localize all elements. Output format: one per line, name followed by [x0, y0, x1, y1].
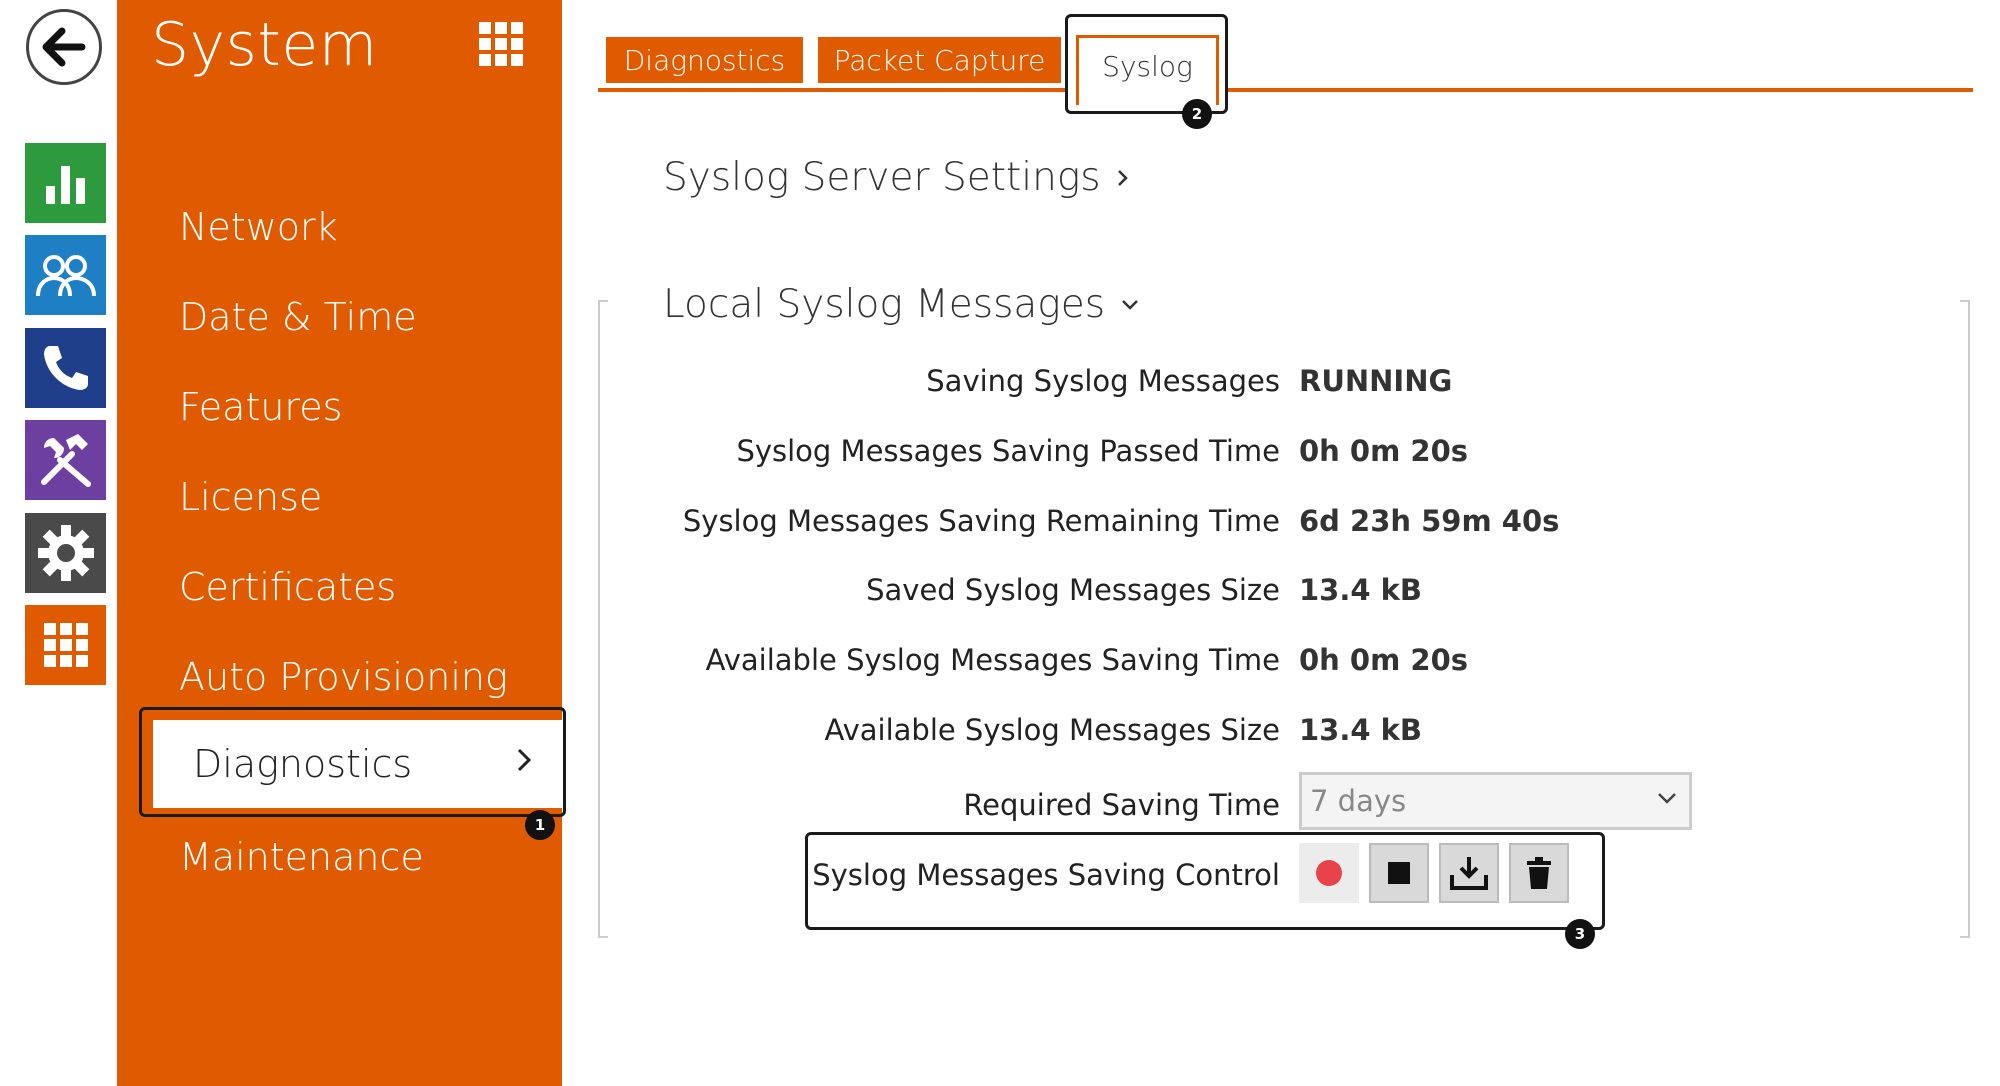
required-saving-time-select[interactable]: 7 days	[1299, 772, 1692, 830]
sidebar-item-maintenance[interactable]: Maintenance	[179, 835, 424, 879]
download-button[interactable]	[1439, 843, 1499, 903]
users-icon	[35, 255, 96, 297]
callout-badge-2: 2	[1182, 99, 1212, 129]
sidebar-title: System	[151, 10, 378, 80]
icon-rail	[0, 0, 115, 1086]
saving-control-label: Syslog Messages Saving Control	[812, 858, 1280, 892]
row-value-saving-status: RUNNING	[1299, 364, 1453, 398]
sidebar-item-label: Diagnostics	[193, 742, 413, 786]
phone-tile[interactable]	[25, 328, 106, 408]
callout-badge-3: 3	[1565, 919, 1595, 949]
section-bracket-right	[1960, 300, 1970, 938]
sidebar-item-features[interactable]: Features	[179, 385, 342, 429]
local-syslog-messages-header[interactable]: Local Syslog Messages	[663, 282, 1139, 327]
apps-tile[interactable]	[25, 605, 106, 685]
apps-grid-icon	[43, 623, 88, 667]
section-title: Local Syslog Messages	[663, 282, 1106, 327]
row-label-saving-status: Saving Syslog Messages	[926, 364, 1280, 398]
stop-icon	[1388, 862, 1410, 884]
tab-syslog-highlight: Syslog	[1065, 14, 1228, 114]
settings-tile[interactable]	[25, 513, 106, 593]
download-icon	[1450, 857, 1488, 890]
statistics-tile[interactable]	[25, 143, 106, 223]
select-value: 7 days	[1310, 784, 1407, 818]
apps-grid-icon	[479, 22, 523, 66]
chevron-down-icon	[1658, 793, 1676, 804]
users-tile[interactable]	[25, 235, 106, 315]
required-saving-time-label: Required Saving Time	[963, 788, 1280, 822]
sidebar-menu-button[interactable]	[479, 22, 523, 70]
active-item-highlight: Diagnostics	[153, 720, 563, 808]
trash-icon	[1527, 857, 1551, 889]
syslog-server-settings-header[interactable]: Syslog Server Settings	[663, 155, 1129, 200]
sidebar-item-network[interactable]: Network	[179, 205, 338, 249]
statistics-icon	[45, 166, 85, 204]
section-bracket-left	[598, 300, 608, 938]
tools-tile[interactable]	[25, 420, 106, 500]
row-label-available-size: Available Syslog Messages Size	[824, 713, 1280, 747]
callout-badge-1: 1	[525, 810, 555, 840]
row-label-saved-size: Saved Syslog Messages Size	[866, 573, 1280, 607]
tab-syslog[interactable]: Syslog	[1076, 35, 1219, 105]
row-value-available-size: 13.4 kB	[1299, 713, 1423, 747]
sidebar-item-diagnostics[interactable]: Diagnostics	[139, 707, 566, 817]
row-value-saved-size: 13.4 kB	[1299, 573, 1423, 607]
tab-underline	[598, 88, 1973, 92]
sidebar-item-license[interactable]: License	[179, 475, 322, 519]
back-icon	[42, 27, 86, 67]
row-label-passed-time: Syslog Messages Saving Passed Time	[736, 434, 1280, 468]
row-value-passed-time: 0h 0m 20s	[1299, 434, 1469, 468]
row-value-remaining-time: 6d 23h 59m 40s	[1299, 504, 1560, 538]
row-value-available-time: 0h 0m 20s	[1299, 643, 1469, 677]
record-icon	[1316, 860, 1342, 886]
tab-packet-capture[interactable]: Packet Capture	[818, 37, 1061, 83]
chevron-right-icon	[515, 746, 533, 778]
row-label-available-time: Available Syslog Messages Saving Time	[705, 643, 1280, 677]
back-button[interactable]	[26, 9, 102, 85]
settings-icon	[37, 525, 94, 581]
system-sidebar: System Network Date & Time Features Lice…	[117, 0, 566, 1086]
phone-icon	[43, 346, 88, 390]
section-title: Syslog Server Settings	[663, 155, 1101, 200]
tab-diagnostics[interactable]: Diagnostics	[606, 37, 803, 83]
sidebar-item-date-time[interactable]: Date & Time	[179, 295, 417, 339]
row-label-remaining-time: Syslog Messages Saving Remaining Time	[682, 504, 1280, 538]
chevron-down-icon	[1122, 299, 1138, 310]
chevron-right-icon	[1117, 169, 1128, 186]
stop-button[interactable]	[1369, 843, 1429, 903]
delete-button[interactable]	[1509, 843, 1569, 903]
sidebar-item-certificates[interactable]: Certificates	[179, 565, 396, 609]
start-record-button[interactable]	[1299, 843, 1359, 903]
tools-icon	[40, 434, 91, 487]
sidebar-item-auto-provisioning[interactable]: Auto Provisioning	[179, 655, 508, 699]
